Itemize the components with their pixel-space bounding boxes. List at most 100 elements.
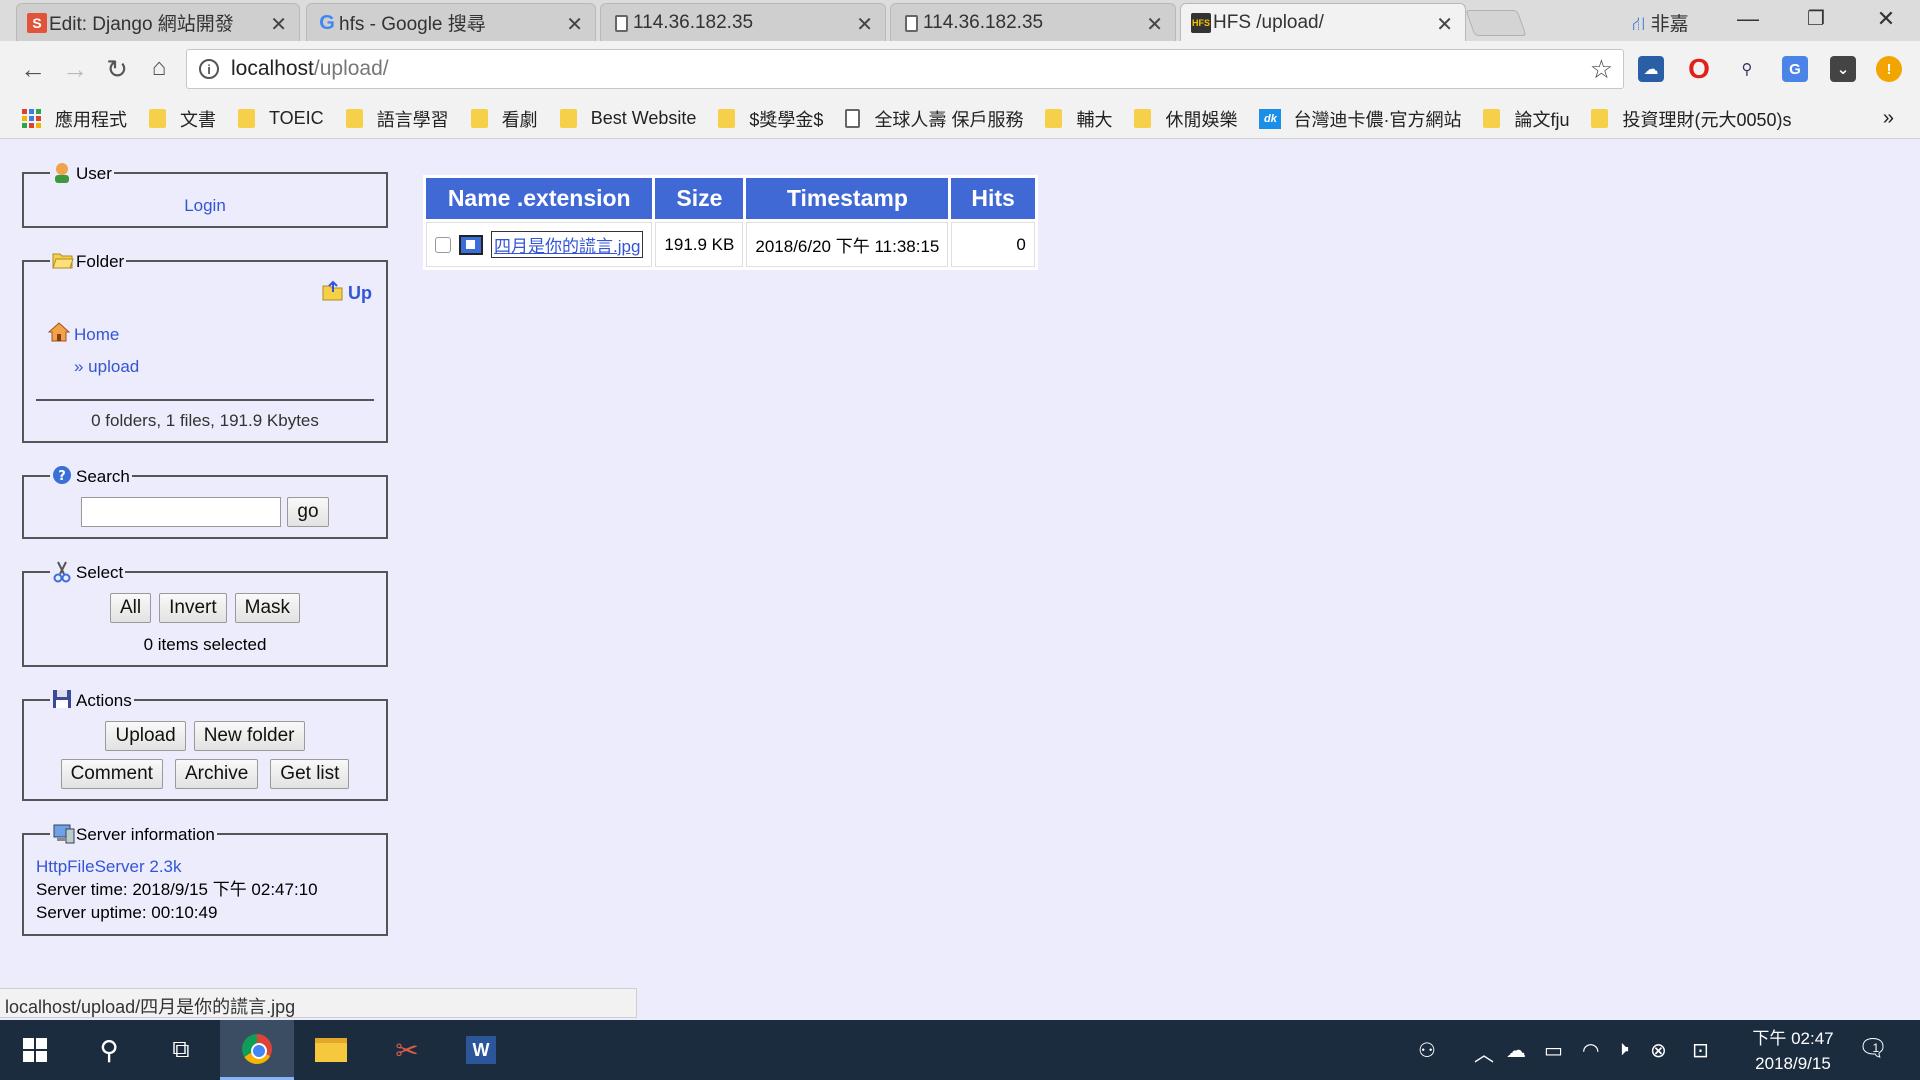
mask-button[interactable]: Mask bbox=[234, 593, 301, 623]
start-button[interactable] bbox=[0, 1020, 70, 1080]
bookmark-label: 語言學習 bbox=[376, 109, 449, 130]
reload-icon[interactable]: ↻ bbox=[100, 54, 134, 85]
close-tab-icon[interactable]: ✕ bbox=[1146, 12, 1163, 37]
hits-column-header[interactable]: Hits bbox=[951, 178, 1035, 219]
bookmark-star-icon[interactable]: ☆ bbox=[1590, 54, 1613, 85]
bookmark-decathlon[interactable]: dk 台灣迪卡儂·官方網站 bbox=[1259, 106, 1461, 132]
search-taskbar-icon[interactable]: ⚲ bbox=[72, 1020, 146, 1080]
upload-breadcrumb[interactable]: » upload bbox=[74, 357, 139, 376]
comment-button[interactable]: Comment bbox=[60, 759, 163, 789]
battery-icon[interactable]: ▭ bbox=[1544, 1038, 1563, 1063]
folder-icon bbox=[559, 109, 577, 128]
chrome-taskbar-button[interactable] bbox=[220, 1020, 294, 1080]
file-checkbox[interactable] bbox=[435, 236, 451, 253]
file-name-cell: 四月是你的謊言.jpg bbox=[426, 222, 653, 267]
bookmark-page[interactable]: 全球人壽 保戶服務 bbox=[845, 106, 1023, 132]
onedrive-extension-icon[interactable]: ☁ bbox=[1638, 56, 1664, 82]
server-legend: Server information bbox=[50, 823, 217, 845]
close-tab-icon[interactable]: ✕ bbox=[566, 12, 583, 37]
bookmark-label: 全球人壽 保戶服務 bbox=[874, 109, 1024, 130]
user-legend: User bbox=[50, 162, 114, 184]
hfs-version-link[interactable]: HttpFileServer 2.3k bbox=[36, 857, 182, 876]
onedrive-tray-icon[interactable]: ☁ bbox=[1506, 1038, 1526, 1063]
input-method-icon[interactable]: ⊡ bbox=[1692, 1038, 1709, 1063]
scissors-icon bbox=[52, 561, 72, 583]
archive-button[interactable]: Archive bbox=[174, 759, 259, 789]
back-arrow-icon[interactable]: ← bbox=[16, 54, 50, 85]
close-tab-icon[interactable]: ✕ bbox=[270, 12, 287, 37]
volume-icon[interactable]: 🕨 bbox=[1616, 1038, 1629, 1061]
search-go-button[interactable]: go bbox=[287, 497, 329, 527]
bookmark-folder[interactable]: 看劇 bbox=[470, 106, 538, 132]
profile-button[interactable]: ⛙ 非嘉 bbox=[1632, 9, 1689, 38]
google-favicon-icon: G bbox=[319, 11, 335, 34]
tab-title: 114.36.182.35 bbox=[633, 11, 754, 33]
folder-icon bbox=[1483, 109, 1501, 128]
home-link[interactable]: Home bbox=[47, 322, 374, 347]
help-icon: ? bbox=[52, 465, 72, 487]
bookmark-folder[interactable]: 輔大 bbox=[1045, 106, 1112, 132]
bookmark-folder[interactable]: 投資理財(元大0050)s bbox=[1591, 106, 1792, 132]
translate-extension-icon[interactable]: G bbox=[1782, 56, 1808, 82]
new-tab-button[interactable] bbox=[1465, 10, 1527, 36]
info-icon[interactable]: i bbox=[199, 59, 219, 79]
more-bookmarks-button[interactable]: » bbox=[1883, 107, 1894, 130]
restore-button[interactable]: ❐ bbox=[1796, 6, 1836, 31]
close-window-button[interactable]: ✕ bbox=[1866, 6, 1906, 32]
task-view-icon[interactable]: ⧉ bbox=[144, 1020, 218, 1080]
bookmark-folder[interactable]: Best Website bbox=[559, 108, 696, 129]
update-alert-icon[interactable]: ! bbox=[1876, 56, 1902, 82]
address-bar[interactable]: i localhost/upload/ ☆ bbox=[186, 49, 1624, 89]
minimize-button[interactable]: — bbox=[1728, 6, 1768, 32]
bookmark-folder[interactable]: 休閒娛樂 bbox=[1134, 106, 1237, 132]
tab-ip-2[interactable]: 114.36.182.35 ✕ bbox=[890, 3, 1176, 41]
upload-button[interactable]: Upload bbox=[105, 721, 186, 751]
tab-ip-1[interactable]: 114.36.182.35 ✕ bbox=[600, 3, 886, 41]
search-input[interactable] bbox=[81, 497, 282, 527]
taskbar-clock[interactable]: 下午 02:47 2018/9/15 bbox=[1738, 1026, 1848, 1076]
tab-django[interactable]: S Edit: Django 網站開發 ✕ bbox=[16, 3, 300, 41]
bookmark-apps[interactable]: 應用程式 bbox=[22, 106, 127, 132]
file-link[interactable]: 四月是你的謊言.jpg bbox=[491, 231, 644, 258]
word-taskbar-button[interactable]: W bbox=[444, 1020, 518, 1080]
new-folder-button[interactable]: New folder bbox=[193, 721, 305, 751]
file-timestamp-cell: 2018/6/20 下午 11:38:15 bbox=[746, 222, 949, 267]
size-column-header[interactable]: Size bbox=[655, 178, 744, 219]
open-folder-icon bbox=[52, 250, 74, 272]
windows-taskbar: ⚲ ⧉ ✂ W ⚇ ︿ ☁ ▭ ◠ 🕨 ⊗ ⊡ 下午 02:47 2018/9/… bbox=[0, 1020, 1920, 1080]
close-tab-icon[interactable]: ✕ bbox=[856, 12, 873, 37]
up-button[interactable]: Up bbox=[322, 280, 372, 307]
get-list-button[interactable]: Get list bbox=[270, 759, 350, 789]
name-column-header[interactable]: Name .extension bbox=[426, 178, 653, 219]
bookmark-folder[interactable]: TOEIC bbox=[238, 108, 324, 129]
tab-hfs-upload[interactable]: HFS HFS /upload/ ✕ bbox=[1180, 3, 1466, 41]
action-center-icon[interactable]: 🗨1 bbox=[1858, 1034, 1895, 1063]
vpn-status-icon[interactable]: ⊗ bbox=[1650, 1038, 1667, 1063]
close-tab-icon[interactable]: ✕ bbox=[1436, 12, 1453, 37]
wifi-icon[interactable]: ◠ bbox=[1582, 1038, 1599, 1063]
forward-arrow-icon[interactable]: → bbox=[58, 54, 92, 85]
home-icon[interactable]: ⌂ bbox=[142, 54, 176, 82]
bookmark-label: 應用程式 bbox=[55, 109, 127, 130]
show-hidden-icons-icon[interactable]: ︿ bbox=[1474, 1038, 1494, 1067]
bookmark-folder[interactable]: 論文fju bbox=[1483, 106, 1569, 132]
opera-extension-icon[interactable]: O bbox=[1686, 53, 1712, 84]
tab-google-search[interactable]: G hfs - Google 搜尋 ✕ bbox=[306, 3, 596, 41]
invert-selection-button[interactable]: Invert bbox=[159, 593, 227, 623]
home-label[interactable]: Home bbox=[74, 325, 119, 345]
bookmark-folder[interactable]: $獎學金$ bbox=[718, 106, 823, 132]
hfs-side-panel: User Login Folder Up Home » upload 0 fol… bbox=[22, 162, 388, 958]
snipping-tool-taskbar-button[interactable]: ✂ bbox=[370, 1020, 444, 1080]
timestamp-column-header[interactable]: Timestamp bbox=[746, 178, 949, 219]
pocket-extension-icon[interactable]: ⌄ bbox=[1830, 56, 1856, 82]
login-link[interactable]: Login bbox=[184, 196, 226, 215]
computer-icon bbox=[52, 823, 75, 845]
bookmark-folder[interactable]: 文書 bbox=[149, 106, 216, 132]
file-explorer-taskbar-button[interactable] bbox=[294, 1020, 368, 1080]
folder-icon bbox=[1045, 109, 1063, 128]
select-all-button[interactable]: All bbox=[109, 593, 152, 623]
proxy-extension-icon[interactable]: ⚲ bbox=[1734, 56, 1760, 82]
bookmark-folder[interactable]: 語言學習 bbox=[345, 106, 449, 132]
folder-icon bbox=[345, 109, 363, 128]
people-icon[interactable]: ⚇ bbox=[1418, 1038, 1436, 1063]
